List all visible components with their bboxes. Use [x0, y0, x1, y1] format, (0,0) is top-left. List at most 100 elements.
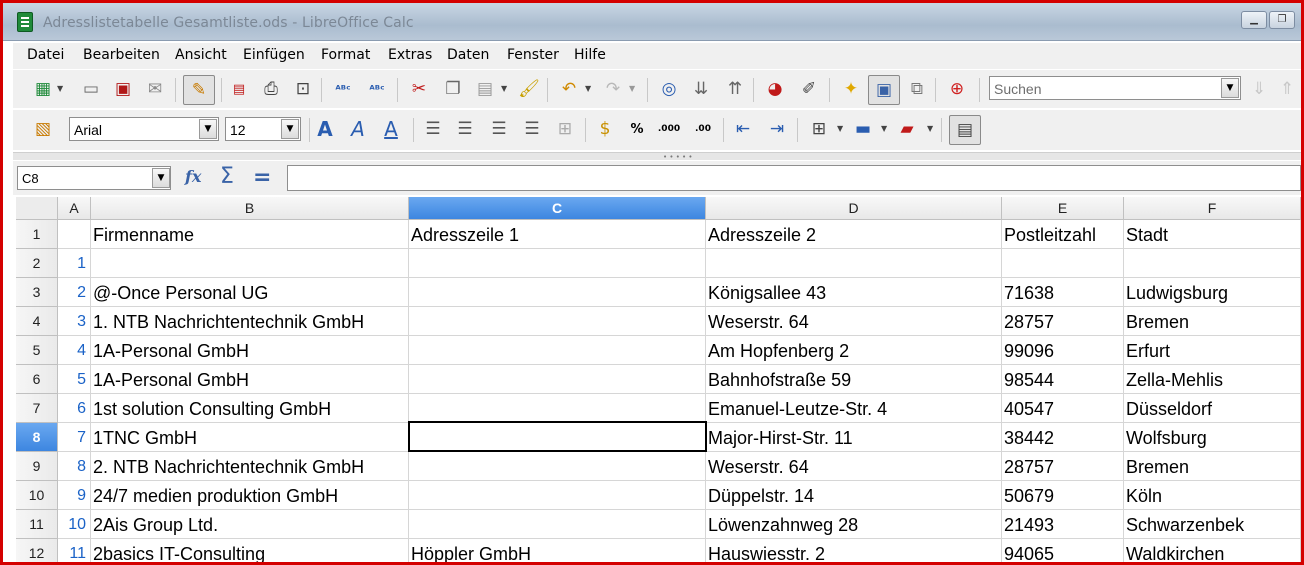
background-color-icon[interactable]: ▬ — [851, 118, 875, 140]
cell-c7[interactable] — [409, 394, 706, 423]
column-header-d[interactable]: D — [706, 197, 1002, 220]
chart-icon[interactable]: ◕ — [763, 78, 787, 100]
cell-a5[interactable]: 4 — [58, 336, 91, 365]
print-icon[interactable]: ⎙ — [259, 78, 283, 100]
menu-bearbeiten[interactable]: Bearbeiten — [83, 47, 160, 63]
cell-c8[interactable] — [409, 423, 706, 452]
cell-e12[interactable]: 94065 — [1002, 539, 1124, 562]
align-center-icon[interactable]: ☰ — [453, 118, 477, 140]
search-dropdown-icon[interactable]: ▼ — [1221, 78, 1239, 98]
find-previous-icon[interactable]: ⇑ — [1275, 78, 1299, 100]
borders-dropdown-icon[interactable]: ▼ — [837, 124, 843, 133]
background-color-dropdown-icon[interactable]: ▼ — [881, 124, 887, 133]
cell-c9[interactable] — [409, 452, 706, 481]
font-color-dropdown-icon[interactable]: ▼ — [927, 124, 933, 133]
print-preview-icon[interactable]: ⊡ — [291, 78, 315, 100]
cell-e2[interactable] — [1002, 249, 1124, 278]
cell-d8[interactable]: Major-Hirst-Str. 11 — [706, 423, 1002, 452]
cell-d2[interactable] — [706, 249, 1002, 278]
cell-a7[interactable]: 6 — [58, 394, 91, 423]
redo-dropdown-icon[interactable]: ▼ — [629, 84, 635, 93]
cell-c6[interactable] — [409, 365, 706, 394]
align-left-icon[interactable]: ☰ — [421, 118, 445, 140]
cell-d3[interactable]: Königsallee 43 — [706, 278, 1002, 307]
copy-icon[interactable]: ❐ — [441, 78, 465, 100]
function-equals-icon[interactable]: = — [253, 165, 271, 190]
cut-icon[interactable]: ✂ — [407, 78, 431, 100]
cell-a4[interactable]: 3 — [58, 307, 91, 336]
row-header[interactable]: 6 — [16, 365, 58, 394]
font-size-box[interactable]: 12 ▼ — [225, 117, 301, 141]
paste-dropdown-icon[interactable]: ▼ — [501, 84, 507, 93]
row-header[interactable]: 9 — [16, 452, 58, 481]
column-header-c[interactable]: C — [409, 197, 706, 220]
cell-b4[interactable]: 1. NTB Nachrichtentechnik GmbH — [91, 307, 409, 336]
redo-icon[interactable]: ↷ — [601, 78, 625, 100]
hyperlink-icon[interactable]: ◎ — [657, 78, 681, 100]
cell-d7[interactable]: Emanuel-Leutze-Str. 4 — [706, 394, 1002, 423]
cell-f11[interactable]: Schwarzenbek — [1124, 510, 1301, 539]
cell-e1[interactable]: Postleitzahl — [1002, 220, 1124, 249]
row-header[interactable]: 11 — [16, 510, 58, 539]
cell-b5[interactable]: 1A-Personal GmbH — [91, 336, 409, 365]
cell-f1[interactable]: Stadt — [1124, 220, 1301, 249]
cell-a12[interactable]: 11 — [58, 539, 91, 562]
undo-dropdown-icon[interactable]: ▼ — [585, 84, 591, 93]
decrease-indent-icon[interactable]: ⇤ — [731, 118, 755, 140]
export-pdf-icon[interactable]: ▤ — [227, 78, 251, 100]
cell-c4[interactable] — [409, 307, 706, 336]
cell-e4[interactable]: 28757 — [1002, 307, 1124, 336]
menu-hilfe[interactable]: Hilfe — [574, 47, 606, 63]
sort-descending-icon[interactable]: ⇈ — [723, 78, 747, 100]
cell-b8[interactable]: 1TNC GmbH — [91, 423, 409, 452]
cell-d10[interactable]: Düppelstr. 14 — [706, 481, 1002, 510]
column-header-e[interactable]: E — [1002, 197, 1124, 220]
autospellcheck-icon[interactable]: ᴬᴮᶜ — [365, 78, 389, 100]
font-color-icon[interactable]: ▰ — [895, 118, 919, 140]
font-name-dropdown-icon[interactable]: ▼ — [199, 119, 217, 139]
align-right-icon[interactable]: ☰ — [487, 118, 511, 140]
navigator-icon[interactable]: ✦ — [839, 78, 863, 100]
spellcheck-icon[interactable]: ᴬᴮᶜ — [331, 78, 355, 100]
cell-b7[interactable]: 1st solution Consulting GmbH — [91, 394, 409, 423]
column-header-b[interactable]: B — [91, 197, 409, 220]
row-header[interactable]: 5 — [16, 336, 58, 365]
new-dropdown-icon[interactable]: ▼ — [57, 84, 63, 93]
styles-formatting-icon[interactable]: ▧ — [31, 118, 55, 140]
merge-cells-icon[interactable]: ⊞ — [553, 118, 577, 140]
cell-f2[interactable] — [1124, 249, 1301, 278]
cell-d4[interactable]: Weserstr. 64 — [706, 307, 1002, 336]
underline-icon[interactable]: A — [379, 118, 403, 140]
open-folder-icon[interactable]: ▭ — [79, 78, 103, 100]
menu-extras[interactable]: Extras — [388, 47, 432, 63]
row-header[interactable]: 1 — [16, 220, 58, 249]
cell-b6[interactable]: 1A-Personal GmbH — [91, 365, 409, 394]
menu-einfuegen[interactable]: Einfügen — [243, 47, 305, 63]
cell-a11[interactable]: 10 — [58, 510, 91, 539]
cell-e7[interactable]: 40547 — [1002, 394, 1124, 423]
cell-b1[interactable]: Firmenname — [91, 220, 409, 249]
menu-ansicht[interactable]: Ansicht — [175, 47, 227, 63]
cell-b9[interactable]: 2. NTB Nachrichtentechnik GmbH — [91, 452, 409, 481]
cell-c12[interactable]: Höppler GmbH — [409, 539, 706, 562]
cell-b11[interactable]: 2Ais Group Ltd. — [91, 510, 409, 539]
cell-f8[interactable]: Wolfsburg — [1124, 423, 1301, 452]
email-icon[interactable]: ✉ — [143, 78, 167, 100]
find-next-icon[interactable]: ⇓ — [1247, 78, 1271, 100]
cell-a10[interactable]: 9 — [58, 481, 91, 510]
cell-a9[interactable]: 8 — [58, 452, 91, 481]
cell-a1[interactable] — [58, 220, 91, 249]
cell-d9[interactable]: Weserstr. 64 — [706, 452, 1002, 481]
cell-f3[interactable]: Ludwigsburg — [1124, 278, 1301, 307]
row-header[interactable]: 4 — [16, 307, 58, 336]
cell-d1[interactable]: Adresszeile 2 — [706, 220, 1002, 249]
cell-b10[interactable]: 24/7 medien produktion GmbH — [91, 481, 409, 510]
cell-f6[interactable]: Zella-Mehlis — [1124, 365, 1301, 394]
function-wizard-icon[interactable]: fx — [185, 167, 201, 186]
gallery-icon[interactable]: ▣ — [868, 75, 900, 105]
new-document-icon[interactable]: ▦ — [31, 78, 55, 100]
row-header[interactable]: 3 — [16, 278, 58, 307]
cell-f7[interactable]: Düsseldorf — [1124, 394, 1301, 423]
cell-f12[interactable]: Waldkirchen — [1124, 539, 1301, 562]
bold-icon[interactable]: A — [313, 118, 337, 140]
